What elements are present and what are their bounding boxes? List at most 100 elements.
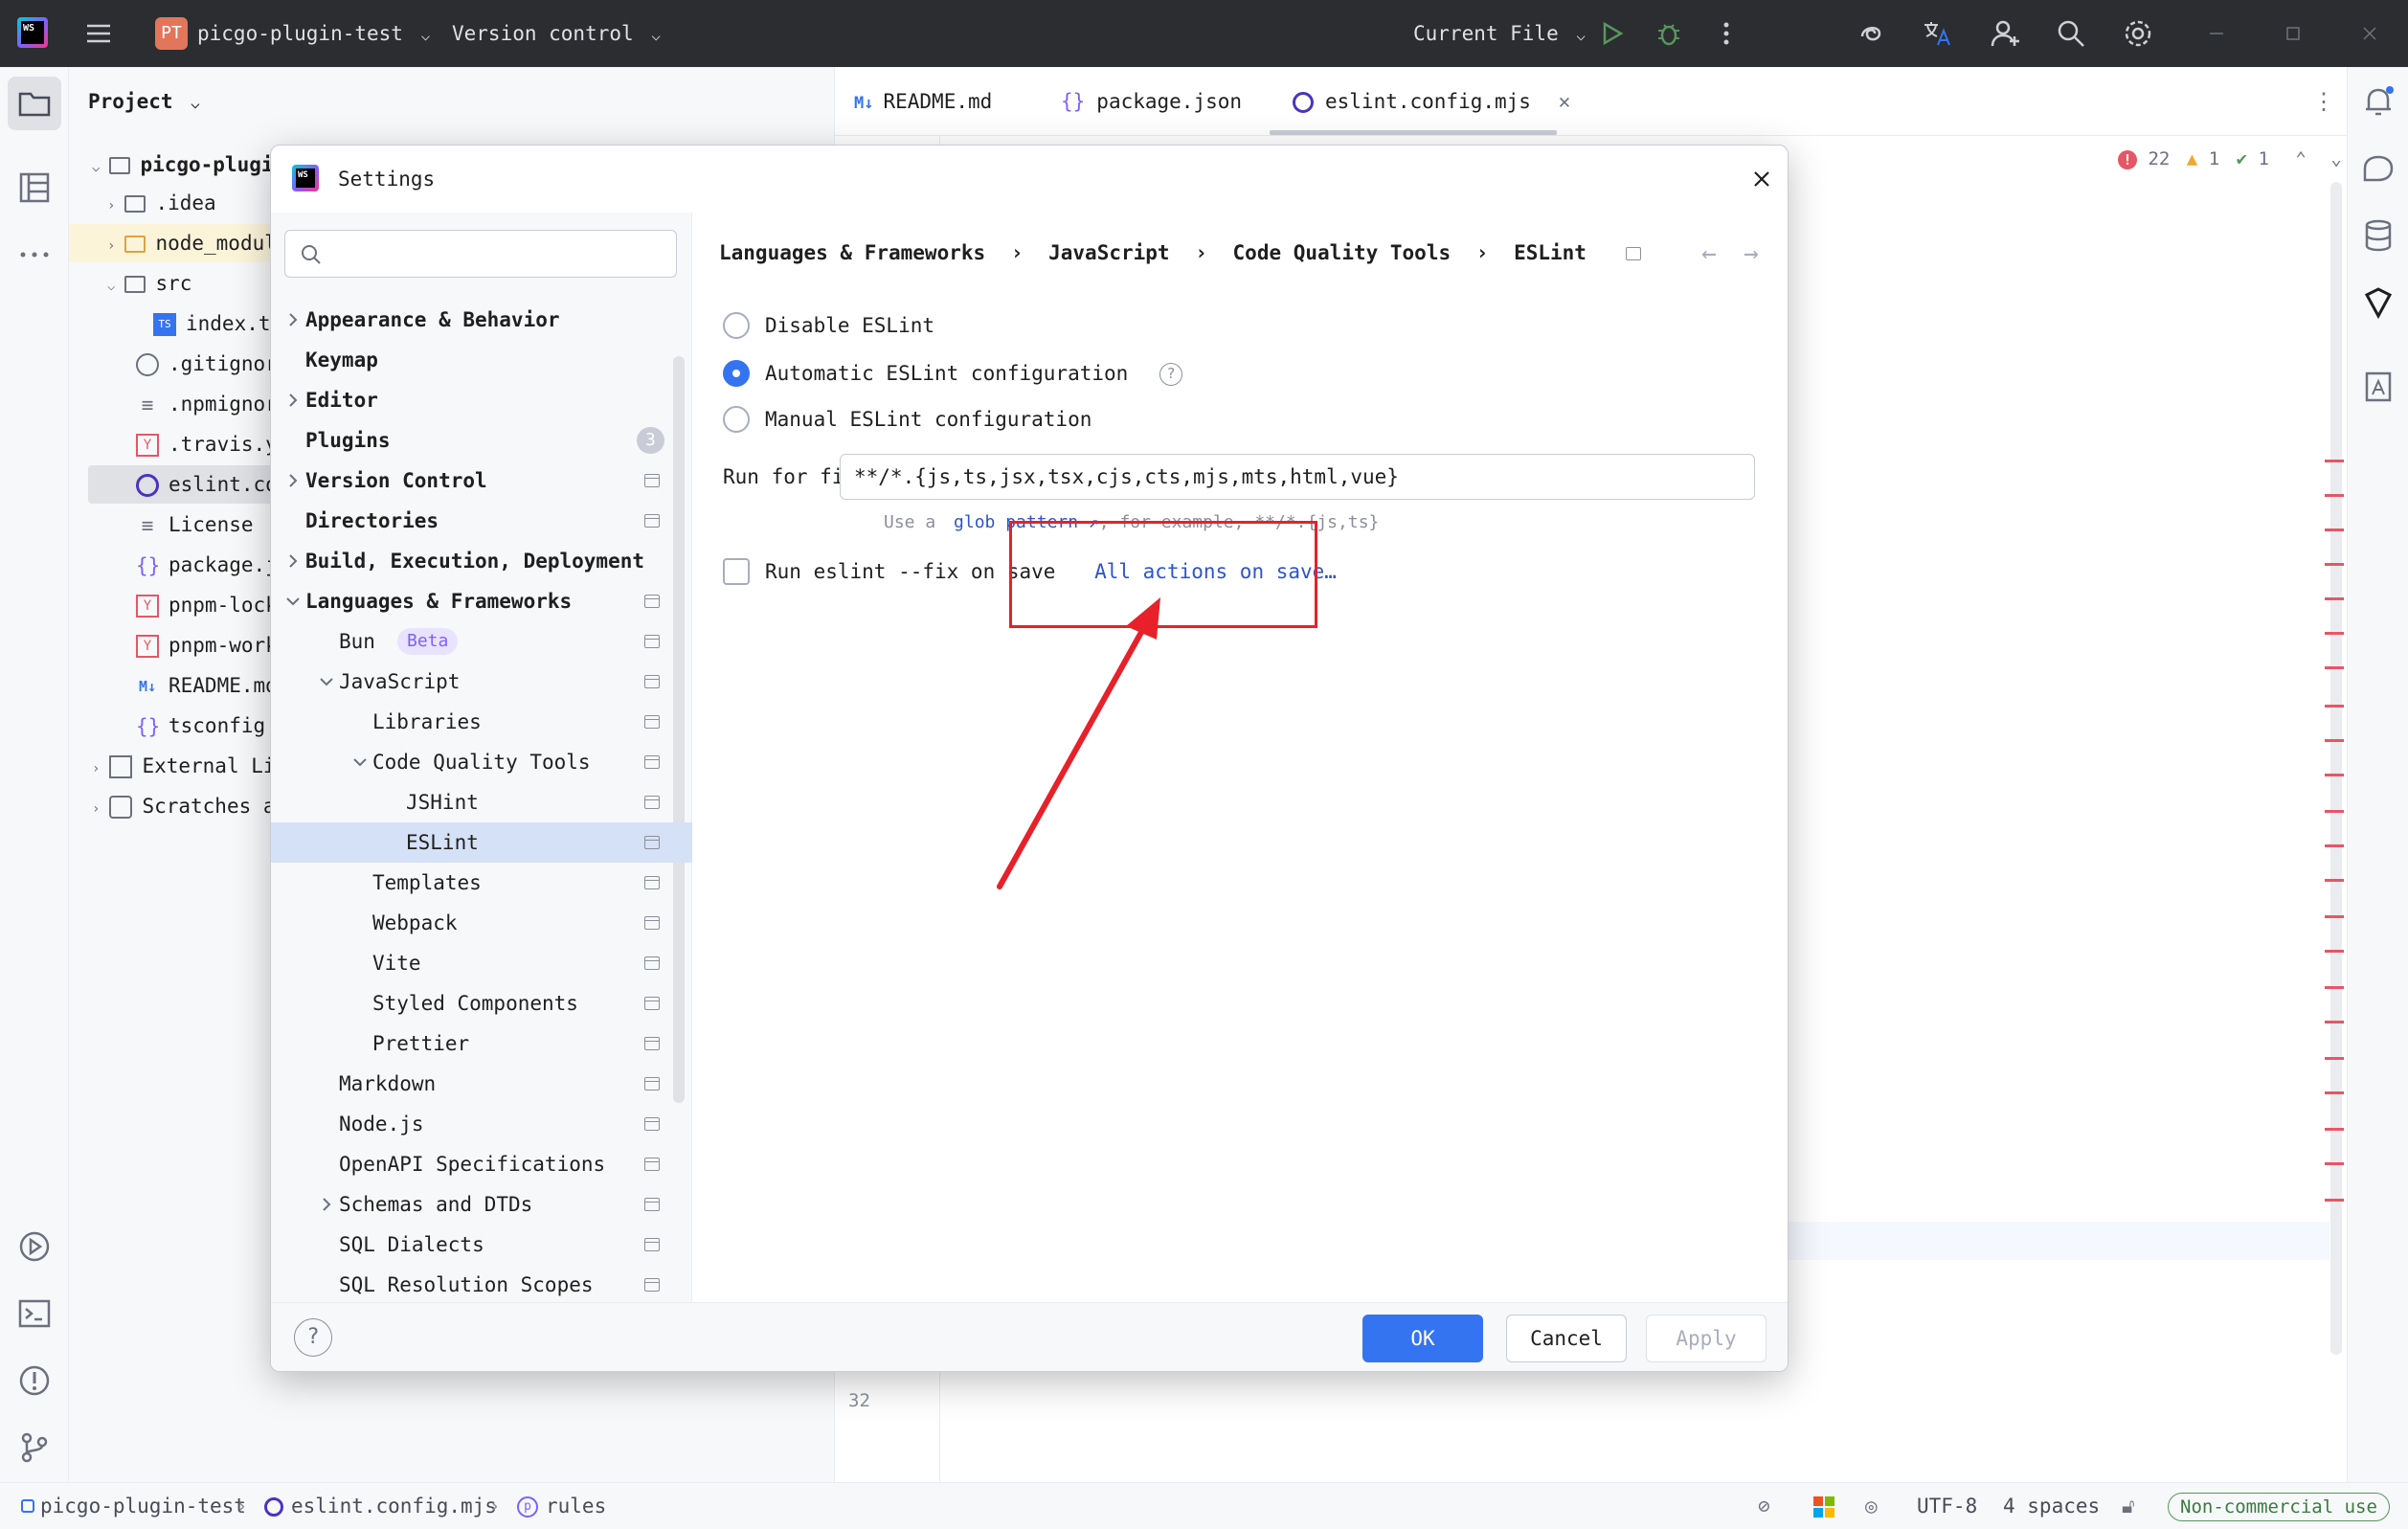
apply-button[interactable]: Apply [1646, 1315, 1767, 1362]
run-for-files-input[interactable]: **/*.{js,ts,jsx,tsx,cjs,cts,mjs,mts,html… [840, 454, 1755, 500]
nav-item[interactable]: SQL Resolution Scopes [271, 1265, 692, 1305]
error-stripe-mark[interactable] [2325, 810, 2344, 813]
terminal-icon[interactable] [15, 1294, 54, 1333]
translate-icon[interactable] [1921, 17, 1953, 50]
chevron-right-icon[interactable] [318, 1184, 337, 1225]
option-automatic-eslint[interactable]: Automatic ESLint configuration ? [723, 354, 1182, 393]
tab-eslint-config[interactable]: eslint.config.mjs ✕ [1293, 67, 1570, 136]
inspection-widget[interactable]: ! 22 ▲ 1 ✔ 1 ⌃ ⌄ [2118, 144, 2342, 174]
nav-item[interactable]: Directories [271, 501, 692, 541]
windows-icon[interactable] [1813, 1496, 1834, 1518]
breadcrumb-item[interactable]: Code Quality Tools [1233, 241, 1452, 264]
nav-item[interactable]: Appearance & Behavior [271, 300, 692, 340]
nav-item[interactable]: Vite [271, 943, 692, 983]
close-window-icon[interactable] [2353, 17, 2386, 50]
status-breadcrumb-file[interactable]: eslint.config.mjs [264, 1483, 497, 1529]
tab-readme[interactable]: M↓ README.md [854, 67, 992, 136]
nav-item[interactable]: Libraries [271, 702, 692, 742]
chevron-down-icon[interactable] [351, 742, 371, 782]
option-manual-eslint[interactable]: Manual ESLint configuration [723, 400, 1091, 438]
error-stripe-mark[interactable] [2325, 986, 2344, 989]
chevron-down-icon[interactable] [284, 581, 304, 621]
add-user-icon[interactable] [1990, 17, 2022, 50]
nav-item[interactable]: Webpack [271, 903, 692, 943]
error-stripe-mark[interactable] [2325, 494, 2344, 497]
no-inspections-icon[interactable]: ⊘ [1758, 1483, 1770, 1529]
error-stripe-mark[interactable] [2325, 1091, 2344, 1094]
encoding-selector[interactable]: UTF-8 [1917, 1483, 1977, 1529]
chevron-right-icon[interactable] [284, 461, 304, 501]
chevron-right-icon[interactable] [284, 300, 304, 340]
error-stripe-mark[interactable] [2325, 563, 2344, 566]
minimize-icon[interactable] [2200, 17, 2233, 50]
tree-item-index-ts[interactable]: TS index.ts [153, 304, 282, 343]
restore-icon[interactable] [2277, 17, 2309, 50]
nav-item[interactable]: JSHint [271, 782, 692, 822]
webstorm-logo[interactable]: WS [17, 17, 48, 48]
help-icon[interactable]: ? [1159, 363, 1182, 386]
ok-button[interactable]: OK [1362, 1315, 1483, 1362]
notifications-icon[interactable] [2359, 82, 2397, 121]
error-stripe-mark[interactable] [2325, 1057, 2344, 1060]
structure-icon[interactable] [15, 169, 54, 207]
ai-assistant-icon[interactable] [1855, 17, 1887, 50]
nav-item[interactable]: Languages & Frameworks [271, 581, 692, 621]
ai-chat-icon[interactable] [2359, 149, 2397, 188]
tree-item-idea[interactable]: › .idea [107, 184, 216, 222]
tree-item-gitignore[interactable]: .gitignore [136, 345, 289, 383]
database-icon[interactable] [2359, 216, 2397, 255]
forward-arrow-icon[interactable]: → [1744, 239, 1772, 268]
previous-highlight-icon[interactable]: ⌃ [2295, 148, 2306, 169]
nav-item[interactable]: Plugins 3 [271, 420, 692, 461]
nav-item[interactable]: Styled Components [271, 983, 692, 1023]
editor-scrollbar[interactable] [2330, 182, 2342, 1355]
error-stripe-mark[interactable] [2325, 597, 2344, 600]
settings-gear-icon[interactable] [2122, 17, 2154, 50]
nav-item[interactable]: Schemas and DTDs [271, 1184, 692, 1225]
chevron-right-icon[interactable] [284, 541, 304, 581]
radio-automatic[interactable] [723, 360, 750, 387]
close-dialog-icon[interactable] [1745, 163, 1778, 195]
error-stripe-mark[interactable] [2325, 1199, 2344, 1202]
breadcrumb-item[interactable]: Languages & Frameworks [719, 241, 985, 264]
vcs-menu[interactable]: Version control ⌵ [452, 0, 661, 67]
project-panel-header[interactable]: Project ⌵ [88, 82, 200, 121]
error-stripe-mark[interactable] [2325, 844, 2344, 847]
error-stripe-mark[interactable] [2325, 739, 2344, 742]
back-arrow-icon[interactable]: ← [1701, 239, 1730, 268]
readonly-lock-icon[interactable]: 🔓︎ [2122, 1483, 2135, 1529]
error-stripe-mark[interactable] [2325, 705, 2344, 708]
problems-icon[interactable] [15, 1361, 54, 1400]
error-stripe-mark[interactable] [2325, 632, 2344, 635]
error-stripe-mark[interactable] [2325, 915, 2344, 918]
indent-selector[interactable]: 4 spaces [2003, 1483, 2100, 1529]
chevron-right-icon[interactable] [284, 380, 304, 420]
git-icon[interactable] [15, 1428, 54, 1467]
services-icon[interactable] [15, 1227, 54, 1266]
help-button[interactable]: ? [294, 1318, 332, 1357]
license-badge[interactable]: Non-commercial use [2168, 1493, 2390, 1521]
fix-on-save-checkbox[interactable] [723, 558, 750, 585]
nav-item[interactable]: Keymap [271, 340, 692, 380]
main-menu-icon[interactable] [82, 17, 115, 50]
tab-options-icon[interactable]: ⋮ [2309, 82, 2338, 121]
error-stripe-mark[interactable] [2325, 879, 2344, 882]
copilot-icon[interactable] [2359, 283, 2397, 322]
error-stripe-mark[interactable] [2325, 950, 2344, 953]
error-stripe-mark[interactable] [2325, 666, 2344, 669]
nav-item[interactable]: Templates [271, 863, 692, 903]
tree-item-license[interactable]: ≡ License [136, 506, 254, 544]
error-stripe-mark[interactable] [2325, 528, 2344, 531]
next-highlight-icon[interactable]: ⌄ [2330, 148, 2341, 169]
search-icon[interactable] [2055, 17, 2087, 50]
status-breadcrumb-symbol[interactable]: p rules [517, 1483, 606, 1529]
nav-item[interactable]: Bun Beta [271, 621, 692, 662]
debug-icon[interactable] [1653, 17, 1685, 50]
tab-package-json[interactable]: {} package.json [1061, 67, 1242, 136]
close-tab-icon[interactable]: ✕ [1559, 90, 1571, 113]
project-badge[interactable]: PT [155, 17, 188, 50]
tree-item-src[interactable]: ⌵ src [107, 264, 191, 303]
tree-item-npmignore[interactable]: ≡ .npmignore [136, 385, 290, 423]
nav-item[interactable]: JavaScript [271, 662, 692, 702]
option-disable-eslint[interactable]: Disable ESLint [723, 306, 934, 345]
